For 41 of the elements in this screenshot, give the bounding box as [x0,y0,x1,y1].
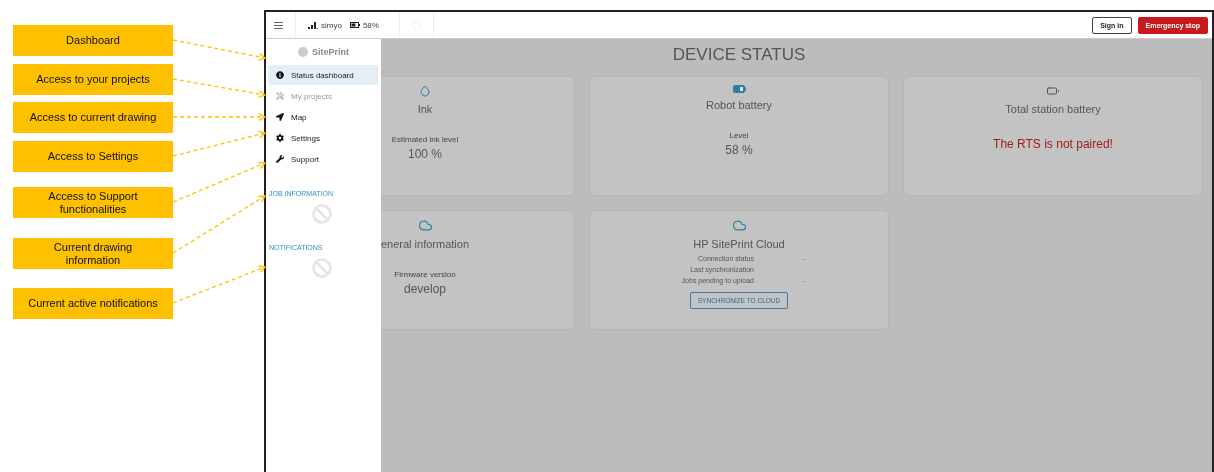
battery-level: 58% [362,20,379,30]
card-title: Total station battery [1005,103,1101,115]
wrench-icon [276,155,284,163]
card-title: Ink [417,103,433,115]
card-caption: Level [729,131,749,140]
cloud-icon [418,219,432,232]
carrier-name: simyo [321,20,342,30]
settings-icon [276,134,284,142]
card-value: develop [403,282,446,296]
page-title: DEVICE STATUS [672,45,806,65]
callout-label: Access to Settings [13,141,173,172]
card-caption: Estimated ink level [391,135,459,144]
cloud-icon [732,219,746,232]
card-title: Robot battery [705,99,772,111]
battery-icon [732,85,746,93]
callout-label: Access to current drawing [13,102,173,133]
empty-icon [311,258,332,278]
droplet-icon [419,85,431,97]
nav-item[interactable]: Map [268,107,378,127]
callout-label: Current active notifications [13,288,173,319]
signal-icon [308,21,318,29]
warning-message: The RTS is not paired! [993,137,1113,151]
card-title: HP SitePrint Cloud [693,238,785,250]
callout-label: Access to Support functionalities [13,187,173,218]
callout-label: Dashboard [13,25,173,56]
location-arrow-icon [276,113,284,121]
card-title: eneral information [380,238,470,250]
nav-item[interactable]: Status dashboard [268,65,378,85]
battery-icon [349,22,360,28]
card-caption: Firmware version [394,270,456,279]
card-value: 58 % [725,143,753,157]
callout-label: Current drawing information [13,238,173,269]
logo-text: SitePrint [312,47,349,57]
menu-icon[interactable] [274,21,283,29]
callout-label: Access to your projects [13,64,173,95]
battery-icon [1047,85,1059,97]
card-value: 100 % [408,147,442,161]
nav-item[interactable]: Settings [268,128,378,148]
nav-item[interactable]: Support [268,149,378,169]
tools-icon [276,92,284,100]
empty-icon [311,204,332,224]
